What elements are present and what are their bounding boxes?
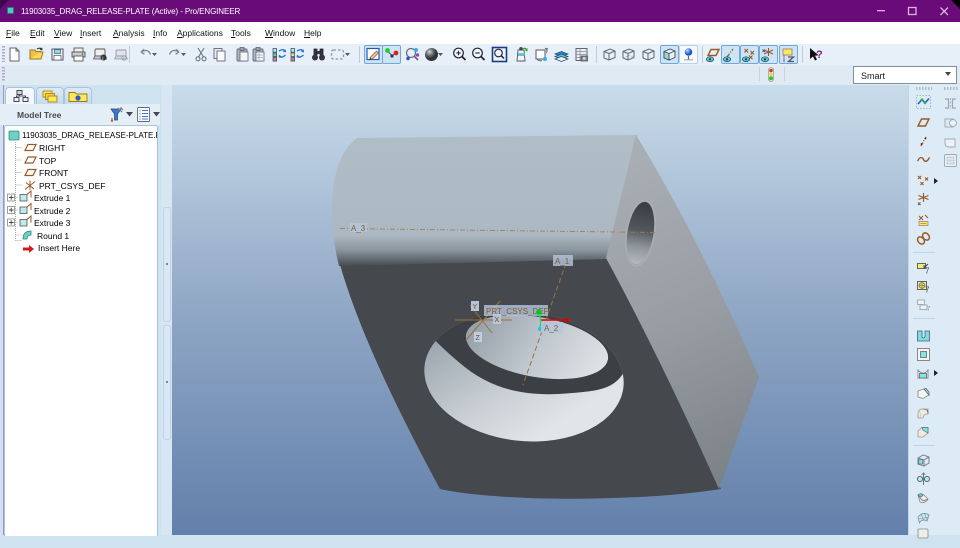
svg-text:Y: Y [473, 304, 478, 311]
svg-text:A_2: A_2 [544, 324, 559, 333]
svg-text:Z: Z [476, 335, 481, 342]
svg-text:?: ? [816, 49, 823, 61]
svg-text:i: i [102, 56, 103, 62]
svg-text:7: 7 [925, 266, 930, 275]
svg-text:7: 7 [925, 285, 930, 294]
svg-text:7: 7 [927, 306, 931, 313]
svg-text:A_3: A_3 [351, 224, 366, 233]
svg-text:X: X [495, 317, 500, 324]
svg-text:A_1: A_1 [555, 257, 570, 266]
